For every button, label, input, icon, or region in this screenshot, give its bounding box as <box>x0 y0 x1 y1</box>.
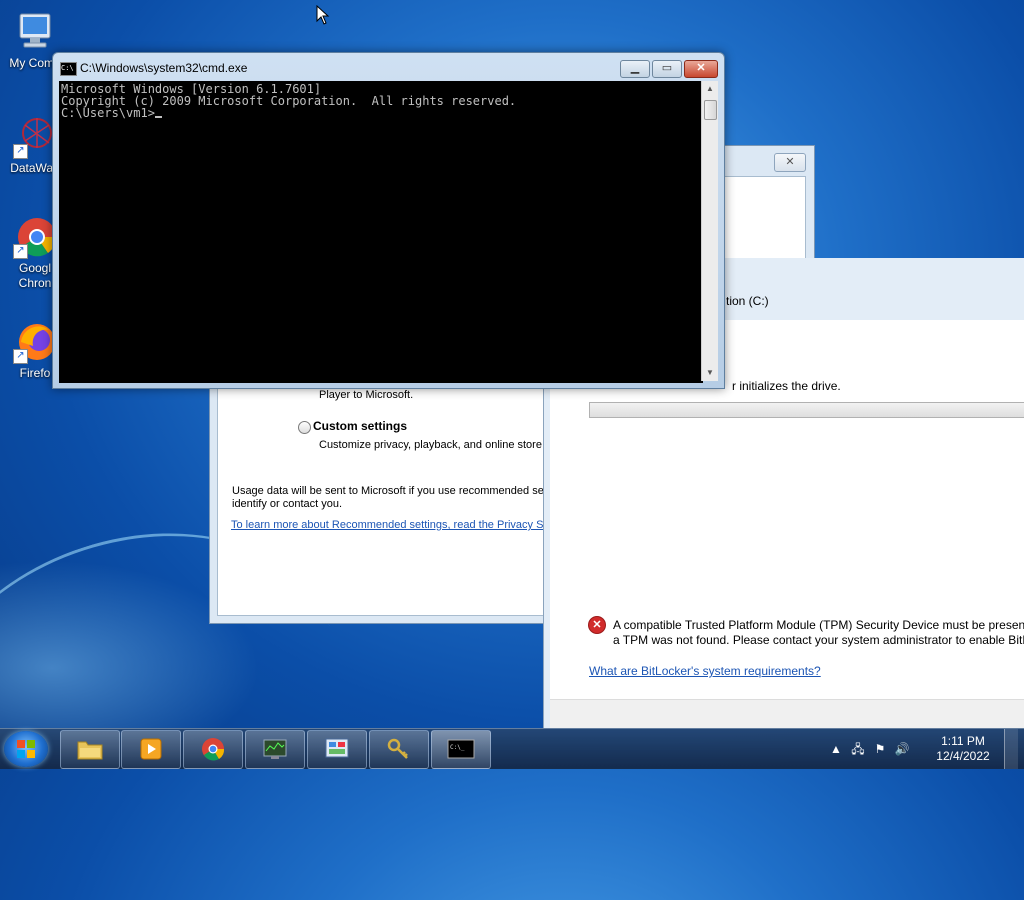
tpm-error-line1: A compatible Trusted Platform Module (TP… <box>613 618 1024 632</box>
computer-icon <box>13 10 57 54</box>
taskbar-control-panel[interactable] <box>307 730 367 769</box>
taskbar-windows-explorer[interactable] <box>60 730 120 769</box>
close-button[interactable]: ✕ <box>774 153 806 172</box>
taskbar-command-prompt[interactable]: C:\_ <box>431 730 491 769</box>
firefox-icon: ↗ <box>13 320 57 364</box>
text-cursor <box>154 116 162 118</box>
drive-label: tion (C:) <box>726 294 769 308</box>
windows-logo-icon <box>17 740 35 758</box>
usage-data-text-line1: Usage data will be sent to Microsoft if … <box>232 485 547 497</box>
clock-date: 12/4/2022 <box>936 749 990 763</box>
datawag-icon: ↗ <box>13 115 57 159</box>
shortcut-arrow-icon: ↗ <box>13 244 28 259</box>
recommended-description: Player to Microsoft. <box>319 389 414 401</box>
console-line: Copyright (c) 2009 Microsoft Corporation… <box>61 94 517 108</box>
show-hidden-icons-chevron-icon[interactable]: ▲ <box>828 741 844 757</box>
clock-time: 1:11 PM <box>941 734 985 748</box>
vertical-scrollbar[interactable]: ▲ ▼ <box>701 81 718 381</box>
svg-text:C:\_: C:\_ <box>450 744 465 751</box>
show-desktop-button[interactable] <box>1004 729 1018 769</box>
shortcut-arrow-icon: ↗ <box>13 349 28 364</box>
close-button[interactable]: ✕ <box>684 60 718 78</box>
scroll-thumb[interactable] <box>704 100 717 120</box>
console-prompt: C:\Users\vm1> <box>61 106 155 120</box>
clock[interactable]: 1:11 PM 12/4/2022 <box>928 734 998 764</box>
control-panel-icon <box>325 738 349 758</box>
chrome-icon: ↗ <box>13 215 57 259</box>
chrome-icon <box>202 738 225 761</box>
usage-data-text-line2: identify or contact you. <box>232 498 343 510</box>
system-requirements-link[interactable]: What are BitLocker's system requirements… <box>589 664 821 678</box>
custom-settings-description: Customize privacy, playback, and online … <box>319 439 542 451</box>
taskbar-key-manager[interactable] <box>369 730 429 769</box>
initializing-text: r initializes the drive. <box>732 379 841 393</box>
error-icon: ✕ <box>589 617 605 633</box>
network-monitor-icon <box>263 739 287 759</box>
initialization-progress-bar <box>589 402 1024 418</box>
keys-icon <box>387 738 408 759</box>
window-title: C:\Windows\system32\cmd.exe <box>80 61 248 75</box>
maximize-button[interactable]: ▭ <box>652 60 682 78</box>
taskbar: C:\_ ▲ 🖧 ⚑ 🔊 1:11 PM 12/4/2022 <box>0 728 1024 769</box>
folder-icon <box>77 741 103 760</box>
shortcut-arrow-icon: ↗ <box>13 144 28 159</box>
scroll-down-button[interactable]: ▼ <box>702 365 718 381</box>
console-output[interactable]: Microsoft Windows [Version 6.1.7601] Cop… <box>59 81 703 383</box>
taskbar-network-monitor[interactable] <box>245 730 305 769</box>
taskbar-google-chrome[interactable] <box>183 730 243 769</box>
command-prompt-window[interactable]: C:\ C:\Windows\system32\cmd.exe ▁ ▭ ✕ Mi… <box>52 52 725 389</box>
scroll-up-button[interactable]: ▲ <box>702 81 718 97</box>
system-tray: ▲ 🖧 ⚑ 🔊 1:11 PM 12/4/2022 <box>828 729 1018 769</box>
action-center-flag-icon[interactable]: ⚑ <box>872 741 888 757</box>
custom-settings-label[interactable]: Custom settings <box>313 419 407 433</box>
media-player-icon <box>140 738 162 760</box>
cmd-icon: C:\ <box>60 62 77 76</box>
privacy-statement-link[interactable]: To learn more about Recommended settings… <box>231 519 553 531</box>
minimize-button[interactable]: ▁ <box>620 60 650 78</box>
bitlocker-button-bar <box>550 699 1024 728</box>
tpm-error-line2: a TPM was not found. Please contact your… <box>613 633 1024 647</box>
custom-settings-radio[interactable] <box>298 421 311 434</box>
cmd-icon: C:\_ <box>447 739 475 759</box>
taskbar-windows-media-player[interactable] <box>121 730 181 769</box>
network-icon[interactable]: 🖧 <box>850 741 866 757</box>
mouse-pointer-icon <box>316 5 330 25</box>
start-button[interactable] <box>4 731 48 767</box>
volume-icon[interactable]: 🔊 <box>894 741 910 757</box>
